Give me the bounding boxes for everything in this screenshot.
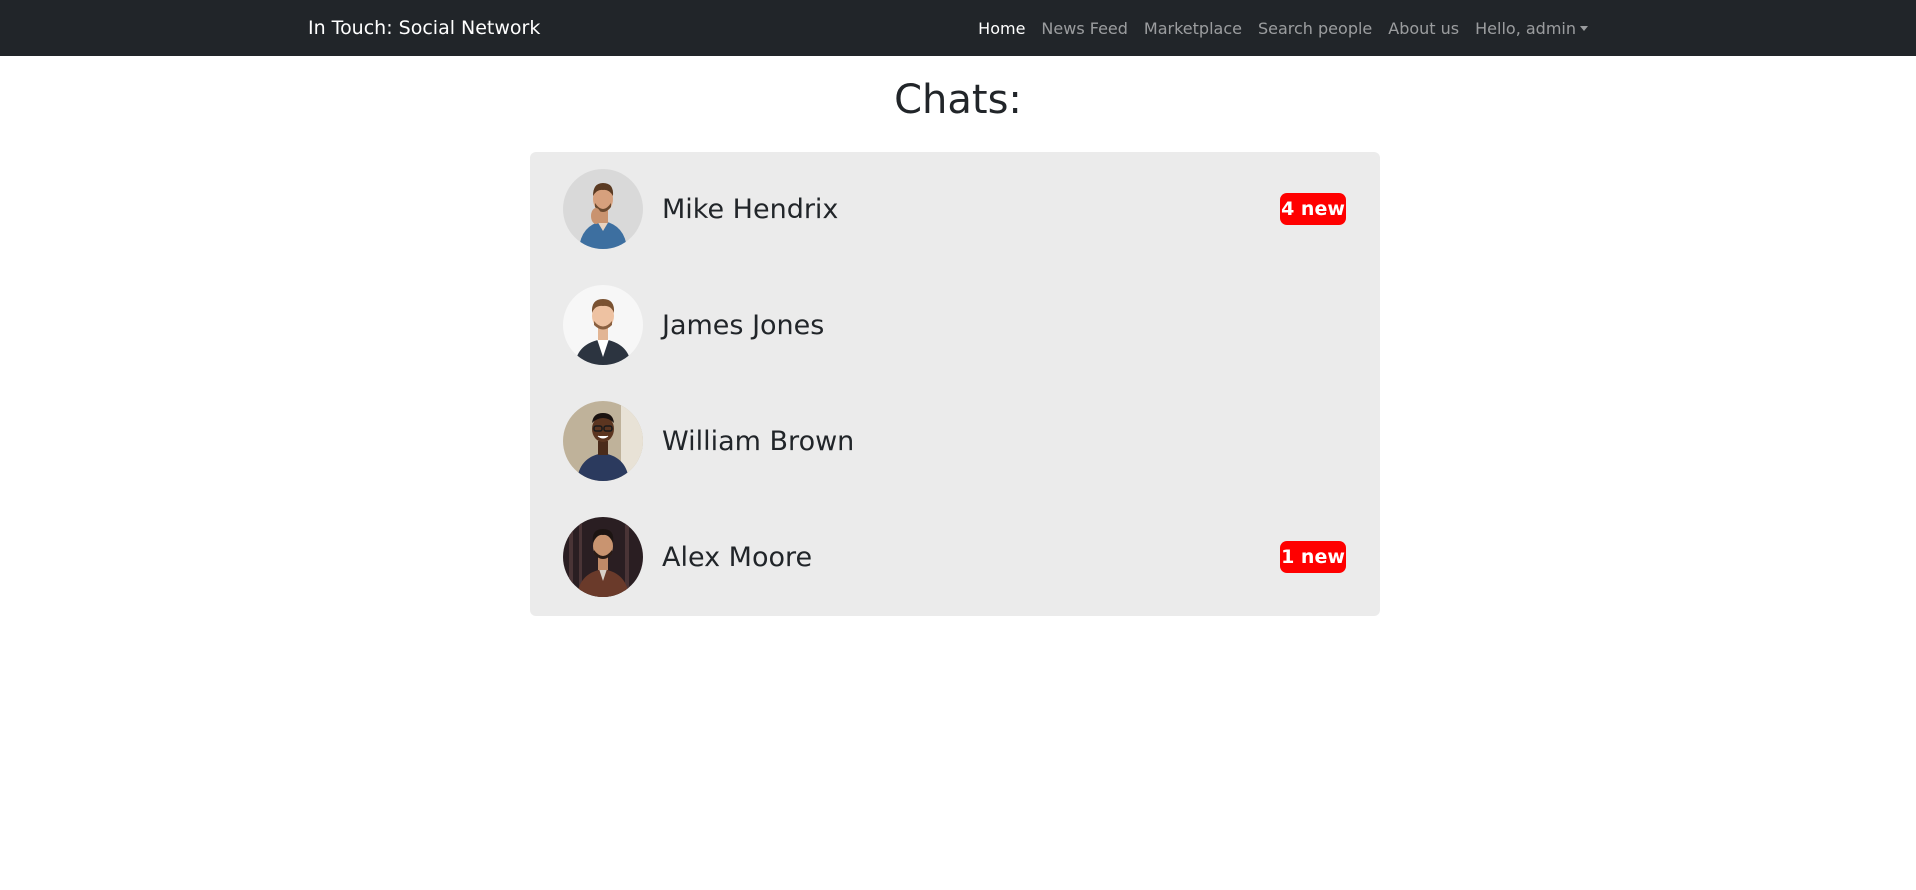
new-messages-badge: 4 new [1280, 193, 1346, 225]
page-title: Chats: [894, 77, 1022, 123]
user-menu-dropdown[interactable]: Hello, admin [1467, 19, 1596, 38]
avatar [563, 285, 643, 365]
chat-list: Mike Hendrix 4 new James Jones William B… [530, 152, 1380, 616]
chat-item-mike-hendrix[interactable]: Mike Hendrix 4 new [530, 152, 1380, 268]
chat-name: James Jones [662, 310, 825, 341]
avatar [563, 517, 643, 597]
chat-name: Alex Moore [662, 542, 813, 573]
brand-link[interactable]: In Touch: Social Network [308, 0, 540, 56]
chat-name: Mike Hendrix [662, 194, 839, 225]
avatar [563, 401, 643, 481]
nav-search-people[interactable]: Search people [1250, 19, 1380, 38]
nav-home[interactable]: Home [970, 19, 1033, 38]
chat-item-james-jones[interactable]: James Jones [530, 268, 1380, 384]
chat-item-william-brown[interactable]: William Brown [530, 384, 1380, 500]
user-menu-label: Hello, admin [1475, 18, 1576, 38]
nav-about-us[interactable]: About us [1380, 19, 1467, 38]
nav-links: Home News Feed Marketplace Search people… [970, 0, 1596, 56]
top-navbar: In Touch: Social Network Home News Feed … [0, 0, 1916, 56]
avatar [563, 169, 643, 249]
nav-marketplace[interactable]: Marketplace [1136, 19, 1250, 38]
chat-name: William Brown [662, 426, 855, 457]
caret-down-icon [1580, 25, 1588, 31]
nav-news-feed[interactable]: News Feed [1033, 19, 1136, 38]
chat-item-alex-moore[interactable]: Alex Moore 1 new [530, 500, 1380, 616]
new-messages-badge: 1 new [1280, 541, 1346, 573]
